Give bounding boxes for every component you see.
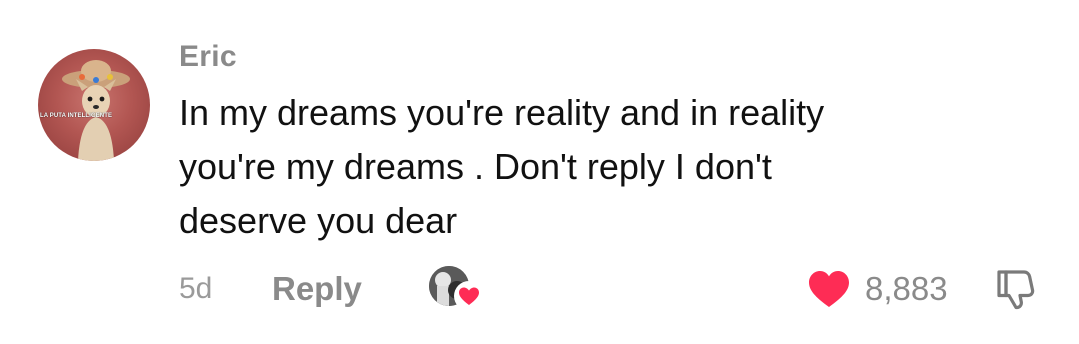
like-count: 8,883 xyxy=(865,270,948,307)
avatar-caption: LA PUTA INTELLIGENTE xyxy=(40,113,113,119)
comment-text: In my dreams you're reality and in reali… xyxy=(179,86,1009,248)
comment-item: LA PUTA INTELLIGENTE Eric In my dreams y… xyxy=(0,0,1079,344)
reply-button[interactable]: Reply xyxy=(272,270,362,308)
comment-text-line: deserve you dear xyxy=(179,200,458,241)
avatar[interactable]: LA PUTA INTELLIGENTE xyxy=(38,49,150,161)
dislike-button[interactable] xyxy=(993,266,1039,312)
comment-text-line: you're my dreams . Don't reply I don't xyxy=(179,146,772,187)
comment-timestamp: 5d xyxy=(179,272,213,305)
avatar-image xyxy=(62,60,130,161)
creator-liked-badge xyxy=(429,266,485,312)
comment-text-line: In my dreams you're reality and in reali… xyxy=(179,92,825,133)
comment-username[interactable]: Eric xyxy=(179,40,237,74)
heart-icon xyxy=(453,280,485,312)
heart-icon[interactable] xyxy=(807,268,851,310)
thumbs-down-icon[interactable] xyxy=(993,266,1039,312)
comment-actions: 5d Reply 8,883 xyxy=(179,266,1059,312)
